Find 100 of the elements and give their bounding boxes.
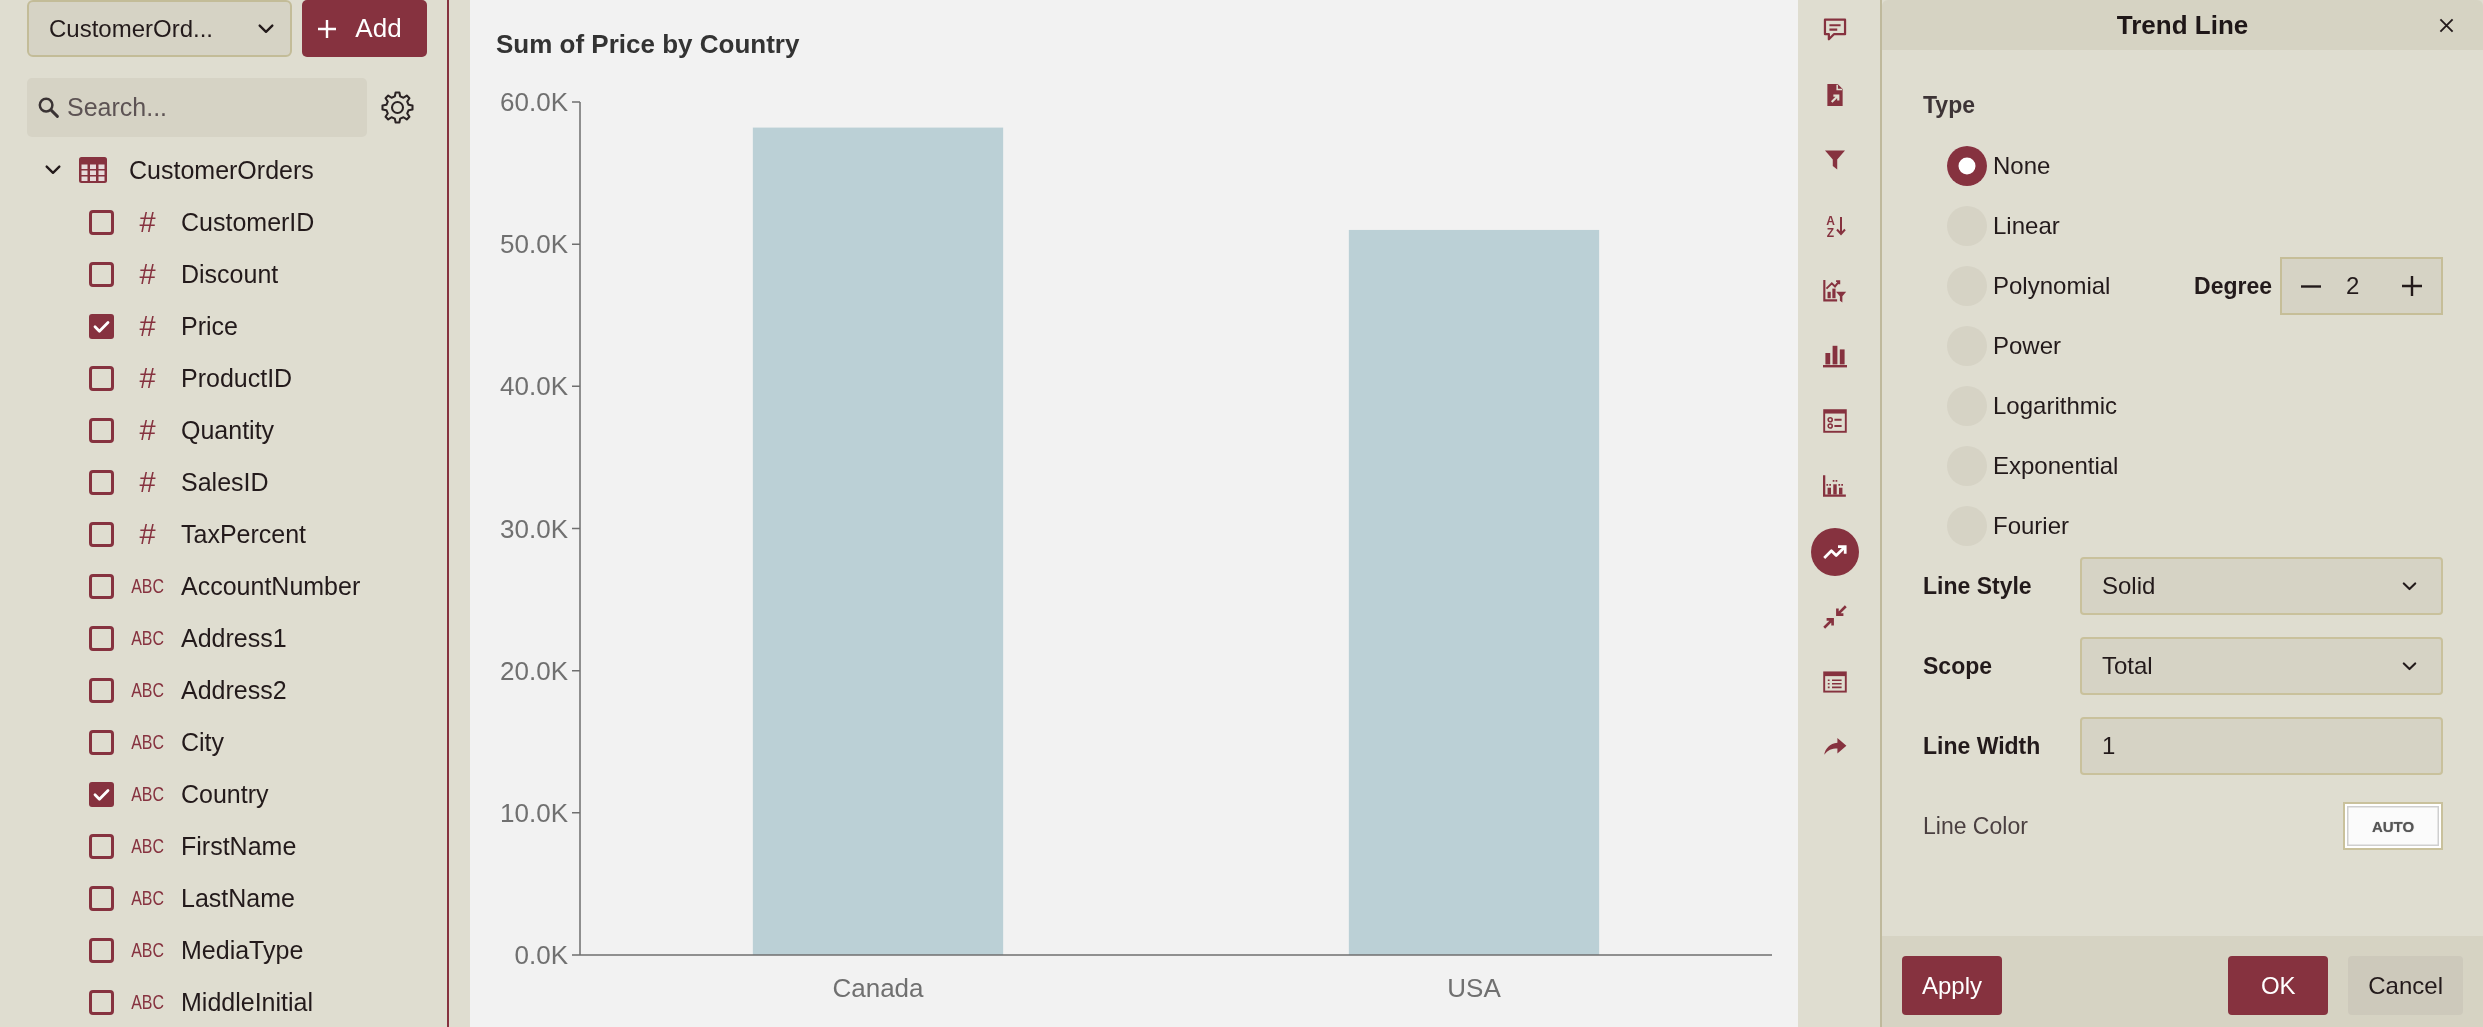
type-label: Type — [1923, 91, 1976, 120]
chevron-down-icon — [258, 23, 274, 34]
field-type-label: ABC — [131, 886, 164, 910]
checkbox[interactable] — [89, 573, 114, 599]
radio-label: Linear — [1993, 212, 2060, 240]
field-type-label: # — [139, 309, 156, 343]
swatch-button[interactable]: AUTO — [2343, 802, 2443, 850]
degree-label: Degree — [2194, 272, 2272, 300]
speech-bubble-icon — [1823, 18, 1847, 42]
checkbox[interactable] — [89, 313, 114, 339]
inward-arrows-icon — [1823, 604, 1847, 629]
chart-funnel-icon — [1823, 278, 1847, 303]
chevron-icon[interactable] — [45, 165, 61, 175]
y-tick-label: 10.0K — [500, 797, 568, 828]
search-field[interactable]: Search... — [27, 78, 367, 137]
radio-label: Logarithmic — [1993, 392, 2118, 420]
field-name: ProductID — [181, 363, 293, 393]
field-type-label: # — [139, 205, 156, 239]
radio-label: Power — [1993, 332, 2062, 360]
toolbar-button[interactable] — [1811, 527, 1859, 576]
checkbox[interactable] — [89, 885, 114, 911]
dropdown[interactable]: Solid — [2080, 557, 2443, 615]
checkbox[interactable] — [89, 937, 114, 963]
dashed-bar-chart-icon — [1823, 474, 1847, 499]
text-input[interactable]: 1 — [2080, 717, 2443, 775]
field-name: Address1 — [181, 623, 287, 653]
field-name: City — [181, 727, 225, 757]
y-tick-label: 20.0K — [500, 655, 568, 686]
minus-icon — [2301, 284, 2321, 288]
checkbox[interactable] — [89, 833, 114, 859]
table-icon — [79, 157, 107, 183]
search-icon — [38, 97, 59, 118]
field-label: Line Color — [1923, 812, 2029, 840]
checkbox[interactable] — [89, 625, 114, 651]
field-name: Price — [181, 311, 238, 341]
x-tick-label: Canada — [832, 973, 924, 1003]
y-tick-label: 40.0K — [500, 371, 568, 402]
field-name: CustomerID — [181, 207, 315, 237]
field-type-label: # — [139, 517, 156, 551]
field-label: Scope — [1923, 652, 1994, 680]
field-type-label: ABC — [131, 626, 164, 650]
add-button[interactable]: Add — [302, 0, 427, 57]
radio-button[interactable] — [1947, 146, 1987, 186]
table-name: CustomerOrders — [129, 155, 314, 185]
dialog-button[interactable]: Apply — [1902, 956, 2003, 1015]
bar-chart-icon — [1823, 343, 1847, 368]
field-name: MiddleInitial — [181, 987, 313, 1017]
checkbox[interactable] — [89, 781, 114, 807]
field-type-label: # — [139, 257, 156, 291]
dialog-button[interactable]: Cancel — [2348, 956, 2463, 1015]
field-type-label: ABC — [131, 678, 164, 702]
close-icon — [2438, 17, 2454, 33]
field-name: Discount — [181, 259, 279, 289]
plus-icon — [2402, 276, 2422, 296]
chevron-down-icon — [2402, 581, 2417, 591]
dialog-button[interactable]: OK — [2228, 956, 2329, 1015]
field-type-label: # — [139, 413, 156, 447]
field-name: SalesID — [181, 467, 269, 497]
checkbox[interactable] — [89, 729, 114, 755]
field-name: Quantity — [181, 415, 275, 445]
chevron-down-icon — [2402, 661, 2417, 671]
plus-icon — [317, 18, 338, 39]
checkbox[interactable] — [89, 209, 114, 235]
y-tick-label: 50.0K — [500, 229, 568, 260]
y-tick-label: 0.0K — [514, 940, 568, 970]
degree-value: 2 — [2345, 272, 2361, 300]
field-name: FirstName — [181, 831, 297, 861]
checkbox[interactable] — [89, 989, 114, 1015]
field-type-label: # — [139, 465, 156, 499]
field-name: TaxPercent — [181, 519, 307, 549]
list-card-icon — [1823, 409, 1847, 434]
y-tick-label: 60.0K — [500, 87, 568, 117]
field-label: Line Style — [1923, 572, 2033, 600]
field-name: Country — [181, 779, 269, 809]
checkbox[interactable] — [89, 469, 114, 495]
checkbox[interactable] — [89, 261, 114, 287]
field-label: Line Width — [1923, 732, 2042, 760]
degree-stepper[interactable]: 2 — [2280, 257, 2443, 315]
settings-icon[interactable] — [381, 91, 414, 124]
radio-label: Exponential — [1993, 452, 2119, 480]
radio-label: None — [1993, 152, 2051, 180]
radio-label: Fourier — [1993, 512, 2070, 540]
radio-label: Polynomial — [1993, 272, 2111, 300]
field-type-label: ABC — [131, 730, 164, 754]
dropdown[interactable]: Total — [2080, 637, 2443, 695]
toolbar-button[interactable]: A Z — [1811, 201, 1859, 250]
field-name: Address2 — [181, 675, 287, 705]
field-name: LastName — [181, 883, 295, 913]
table-list-icon — [1823, 669, 1847, 694]
funnel-icon — [1825, 150, 1845, 171]
checkbox[interactable] — [89, 521, 114, 547]
checkbox[interactable] — [89, 417, 114, 443]
field-type-label: # — [139, 361, 156, 395]
checkbox[interactable] — [89, 365, 114, 391]
data-source-dropdown[interactable]: CustomerOrd... — [27, 0, 292, 57]
field-type-label: ABC — [131, 782, 164, 806]
checkbox[interactable] — [89, 677, 114, 703]
field-type-label: ABC — [131, 574, 164, 598]
y-tick-label: 30.0K — [500, 513, 568, 544]
field-type-label: ABC — [131, 990, 164, 1014]
